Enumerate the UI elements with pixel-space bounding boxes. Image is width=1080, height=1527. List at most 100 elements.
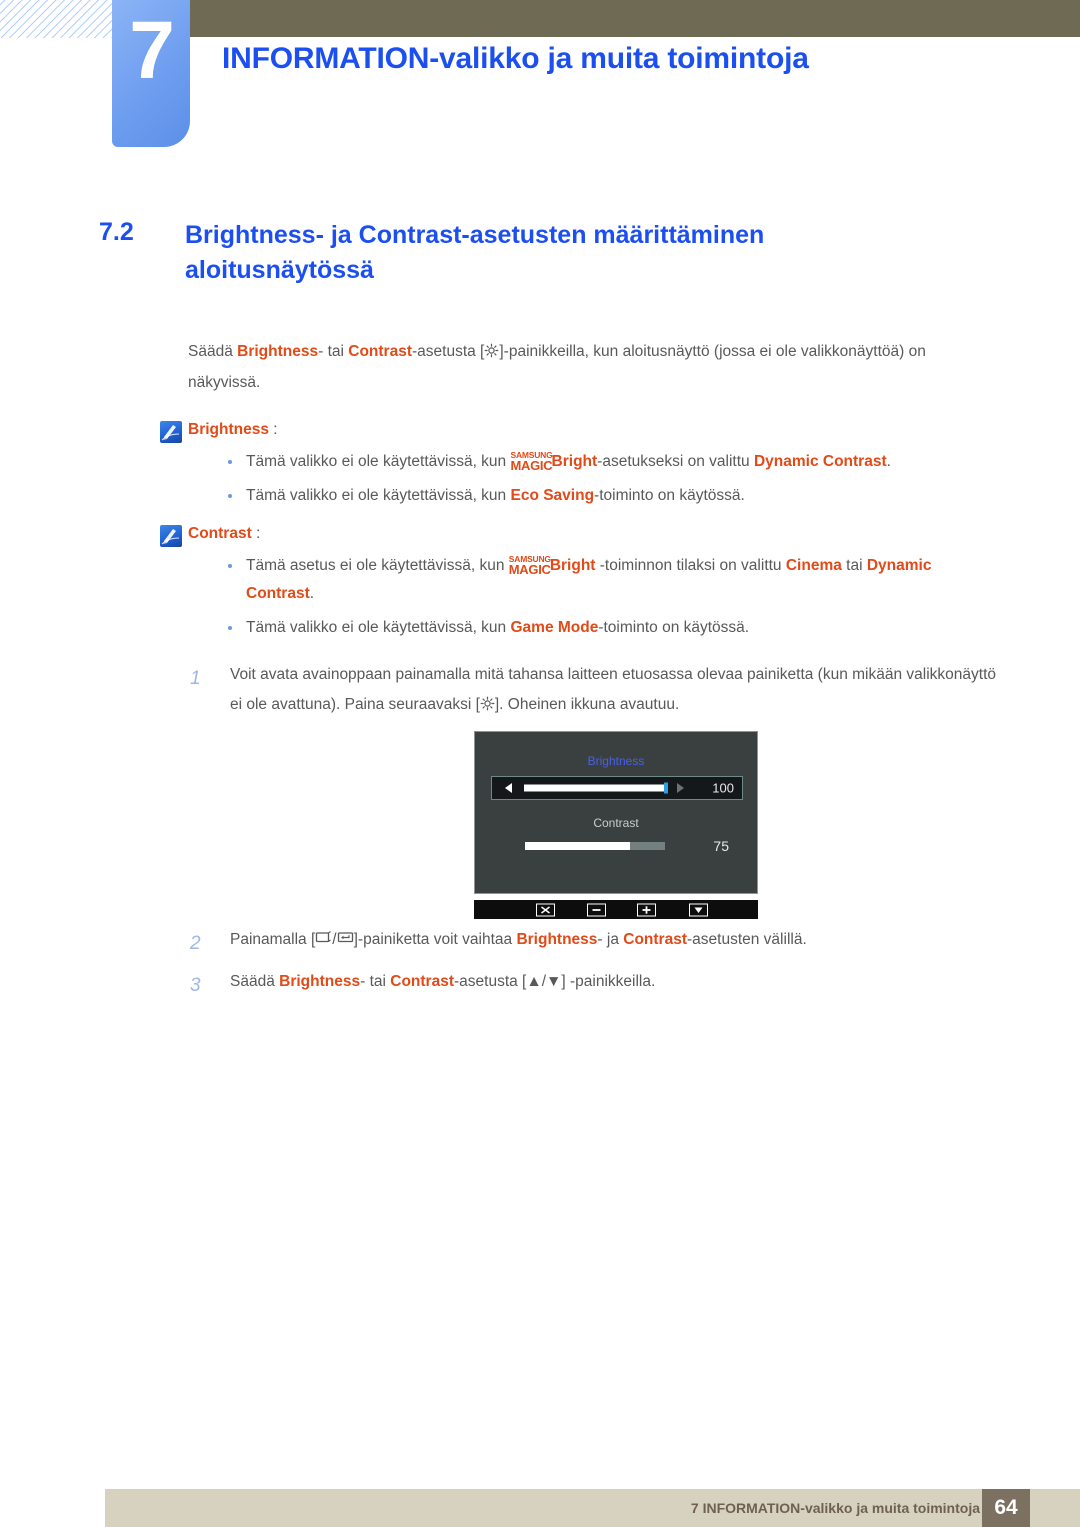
page-number: 64	[982, 1489, 1030, 1527]
osd-contrast-slider-row[interactable]: 75	[491, 836, 743, 856]
magic-bright-word: Bright	[549, 556, 596, 574]
step-text-f: -asetusten välillä.	[687, 931, 807, 948]
magic-bottom: MAGIC	[510, 457, 553, 473]
note-bullets-contrast: Tämä asetus ei ole käytettävissä, kun SA…	[188, 552, 1000, 642]
bullet-text-d: .	[886, 452, 891, 470]
down-arrow-icon: ▼	[546, 973, 562, 991]
step-number: 1	[190, 667, 201, 689]
intro-brightness-term: Brightness	[237, 343, 319, 360]
step-number: 3	[190, 975, 201, 997]
note-title-contrast: Contrast :	[188, 520, 1000, 548]
bullet-text-d: tai	[841, 556, 867, 574]
note-title-brightness: Brightness :	[188, 416, 1000, 444]
intro-contrast-term: Contrast	[348, 343, 412, 360]
list-item: Tämä valikko ei ole käytettävissä, kun S…	[188, 448, 1000, 476]
left-arrow-icon[interactable]	[505, 783, 512, 793]
bullet-text-a: Tämä valikko ei ole käytettävissä, kun	[246, 487, 511, 505]
steps-list-top: 1 Voit avata avainoppaan painamalla mitä …	[188, 660, 1000, 720]
bullet-text-a: Tämä valikko ei ole käytettävissä, kun	[246, 619, 511, 637]
bullet-term-c: Dynamic Contrast	[753, 452, 887, 470]
bullet-text-b: -toiminnon tilaksi on valittu	[595, 556, 786, 574]
brightness-key-icon	[480, 696, 495, 711]
step-text-b: ]-painiketta voit vaihtaa	[353, 931, 517, 948]
step-text-b: ]. Oheinen ikkuna avautuu.	[494, 695, 680, 713]
bullet-text-a: Tämä valikko ei ole käytettävissä, kun	[246, 452, 511, 470]
bullet-term-game-mode: Game Mode	[510, 619, 599, 637]
close-icon[interactable]	[536, 903, 555, 916]
osd-contrast-label: Contrast	[593, 816, 639, 830]
step-item-1: 1 Voit avata avainoppaan painamalla mitä …	[188, 660, 1000, 720]
header-olive-bar	[190, 0, 1080, 37]
corner-hatch-decoration	[0, 0, 112, 38]
down-arrow-icon[interactable]	[689, 903, 708, 916]
step-term-brightness: Brightness	[516, 931, 598, 948]
section-heading: 7.2 Brightness- ja Contrast-asetusten mä…	[99, 218, 999, 287]
step-term-contrast: Contrast	[623, 931, 687, 948]
page-content-lower: 2 Painamalla [/]-painiketta voit vaihtaa …	[188, 925, 1000, 1009]
osd-brightness-label: Brightness	[587, 754, 645, 768]
step-term-brightness: Brightness	[279, 973, 361, 991]
section-number: 7.2	[99, 218, 134, 246]
bullet-text-a: Tämä asetus ei ole käytettävissä, kun	[246, 556, 509, 574]
steps-list-bottom: 2 Painamalla [/]-painiketta voit vaihtaa …	[188, 925, 1000, 997]
osd-brightness-knob[interactable]	[664, 782, 668, 794]
brightness-key-icon	[484, 343, 499, 358]
step-text-f: -asetusta [	[454, 973, 527, 991]
note-block-brightness: Brightness : Tämä valikko ei ole käytett…	[160, 416, 1000, 510]
up-arrow-icon: ▲	[526, 973, 542, 991]
step-text-a: Painamalla [	[230, 931, 316, 948]
samsung-magic-mark: SAMSUNG MAGIC	[510, 451, 552, 472]
osd-brightness-slider-row[interactable]: 100	[491, 776, 743, 800]
osd-panel: Brightness 100 Contrast 75	[474, 731, 758, 894]
intro-paragraph: Säädä Brightness- tai Contrast-asetusta …	[188, 336, 1000, 398]
osd-toolbar	[474, 900, 758, 919]
magic-bottom: MAGIC	[508, 561, 551, 577]
step-text-a: Säädä	[230, 973, 280, 991]
note-bullets-brightness: Tämä valikko ei ole käytettävissä, kun S…	[188, 448, 1000, 510]
note-pen-icon	[160, 525, 182, 548]
right-arrow-icon[interactable]	[677, 783, 684, 793]
footer-chapter-text: 7 INFORMATION-valikko ja muita toimintoj…	[690, 1500, 980, 1516]
note-title-suffix: :	[251, 525, 261, 543]
bullet-text-b: -asetukseksi on valittu	[597, 452, 754, 470]
bullet-text-d: -toiminto on käytössä.	[594, 487, 745, 505]
step-item-3: 3 Säädä Brightness- tai Contrast-asetusta…	[188, 967, 1000, 997]
intro-text-c: - tai	[318, 343, 349, 360]
enter-key-icon	[337, 931, 354, 946]
section-title: Brightness- ja Contrast-asetusten määrit…	[185, 221, 765, 284]
intro-text-e: -asetusta [	[412, 343, 485, 360]
bullet-text-f: .	[309, 584, 315, 602]
bullet-text-d: -toiminto on käytössä.	[598, 619, 750, 637]
step-number: 2	[190, 933, 201, 954]
osd-brightness-track	[524, 784, 665, 792]
note-title-text: Brightness	[188, 421, 269, 438]
osd-screenshot: Brightness 100 Contrast 75	[474, 731, 758, 919]
list-item: Tämä valikko ei ole käytettävissä, kun E…	[188, 482, 1000, 510]
minus-icon[interactable]	[587, 903, 606, 916]
note-block-contrast: Contrast : Tämä asetus ei ole käytettävi…	[160, 520, 1000, 642]
step-text-d: - tai	[360, 973, 391, 991]
magic-bright-word: Bright	[551, 452, 598, 470]
osd-brightness-value: 100	[712, 780, 734, 796]
step-term-contrast: Contrast	[390, 973, 454, 991]
step-text-d: - ja	[597, 931, 624, 948]
list-item: Tämä asetus ei ole käytettävissä, kun SA…	[188, 552, 1000, 607]
source-key-icon	[315, 931, 332, 946]
intro-text-a: Säädä	[188, 343, 238, 360]
plus-icon[interactable]	[637, 903, 656, 916]
note-title-suffix: :	[268, 421, 278, 438]
chapter-title: INFORMATION-valikko ja muita toimintoja	[222, 42, 809, 75]
osd-contrast-fill	[525, 842, 630, 850]
page-footer: 7 INFORMATION-valikko ja muita toimintoj…	[105, 1489, 1080, 1527]
note-title-text: Contrast	[188, 525, 252, 543]
page-content: Säädä Brightness- tai Contrast-asetusta …	[160, 336, 1000, 732]
chapter-number: 7	[129, 5, 175, 96]
note-pen-icon	[160, 421, 182, 443]
chapter-tab: 7	[112, 0, 190, 147]
list-item: Tämä valikko ei ole käytettävissä, kun G…	[188, 614, 1000, 642]
bullet-term-cinema: Cinema	[785, 556, 842, 574]
step-text-g: ] -painikkeilla.	[561, 973, 656, 991]
step-item-2: 2 Painamalla [/]-painiketta voit vaihtaa …	[188, 925, 1000, 955]
bullet-term-c: Eco Saving	[510, 487, 595, 505]
samsung-magic-mark: SAMSUNG MAGIC	[509, 555, 551, 576]
